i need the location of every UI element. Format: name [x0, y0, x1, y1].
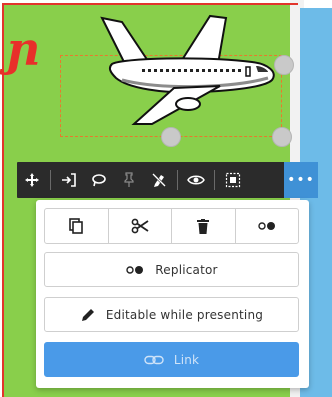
toolbar-separator [214, 170, 215, 190]
editable-while-presenting-button[interactable]: Editable while presenting [44, 297, 299, 332]
duplicate-button[interactable] [45, 209, 109, 243]
airplane-image[interactable] [82, 12, 282, 127]
editable-label: Editable while presenting [105, 307, 264, 322]
decor-letter: ɲ [6, 22, 40, 76]
pin-icon [124, 172, 134, 187]
toolbar-separator [177, 170, 178, 190]
move-icon [25, 173, 39, 187]
record-icon [258, 222, 275, 230]
scissors-icon [131, 218, 149, 234]
toolbar-separator [50, 170, 51, 190]
resize-handle-right[interactable] [274, 55, 294, 75]
replicator-button[interactable]: Replicator [44, 252, 299, 287]
frame-icon [225, 172, 241, 188]
lasso-icon [92, 174, 106, 187]
resize-handle-bottom[interactable] [161, 127, 181, 147]
resize-handle-bottom-right[interactable] [272, 127, 292, 147]
hide-pen-button[interactable] [144, 162, 174, 198]
cut-button[interactable] [109, 209, 172, 243]
enter-button[interactable] [54, 162, 84, 198]
pencil-icon [80, 307, 96, 323]
delete-button[interactable] [172, 209, 236, 243]
link-button[interactable]: Link [44, 342, 299, 377]
link-icon [144, 355, 164, 365]
record-button[interactable] [236, 209, 299, 243]
red-border [2, 3, 4, 397]
quick-actions-row [44, 208, 299, 244]
replicator-icon [125, 265, 145, 275]
visibility-button[interactable] [181, 162, 211, 198]
hide-pen-icon [152, 173, 166, 187]
link-label: Link [173, 352, 200, 367]
red-border-top [2, 3, 298, 5]
frame-button[interactable] [218, 162, 248, 198]
pin-button[interactable] [114, 162, 144, 198]
copy-icon [69, 218, 84, 234]
replicator-label: Replicator [155, 262, 218, 277]
more-menu-panel: Replicator Editable while presenting Lin… [36, 200, 309, 388]
trash-icon [197, 218, 210, 234]
move-button[interactable] [17, 162, 47, 198]
object-toolbar: ••• [17, 162, 318, 198]
eye-icon [187, 175, 205, 185]
enter-icon [62, 173, 76, 187]
more-button[interactable]: ••• [284, 162, 318, 198]
lasso-button[interactable] [84, 162, 114, 198]
